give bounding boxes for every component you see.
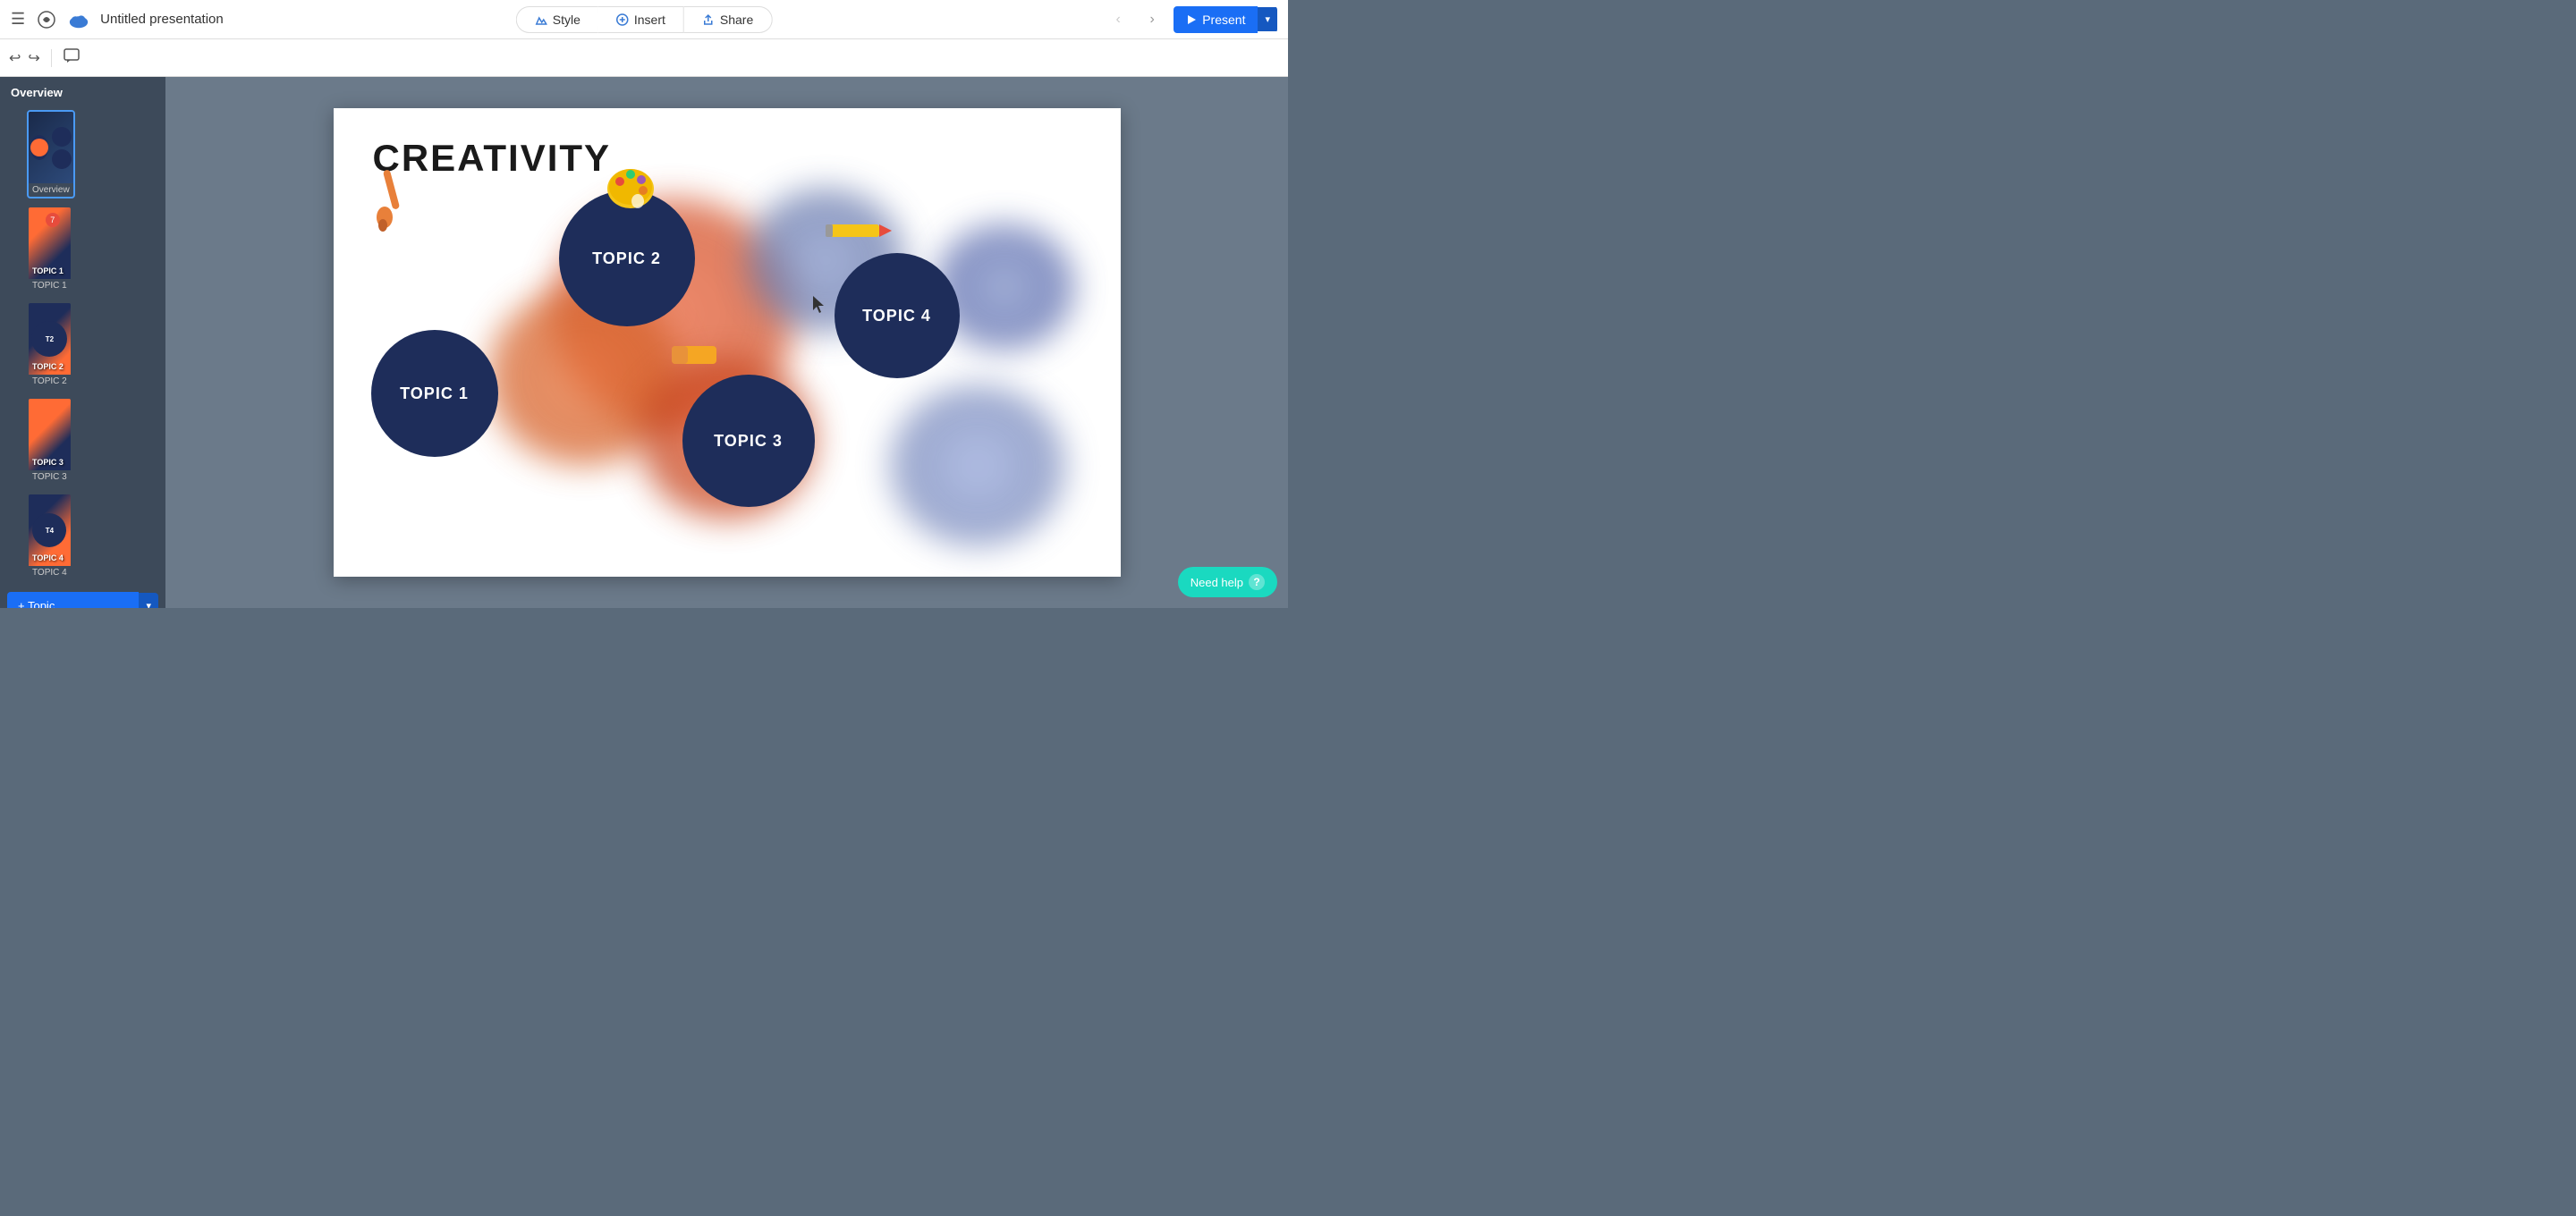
ov-inner1 (30, 139, 48, 156)
style-icon (535, 13, 547, 26)
ov-circle2 (52, 127, 72, 147)
slide-thumb-1[interactable]: 7 TOPIC 1 TOPIC 1 (27, 206, 72, 294)
slide-row-3: 3 TOPIC 3 TOPIC 3 (0, 393, 165, 489)
present-button-group: Present ▾ (1174, 6, 1277, 33)
paint-palette-icon (604, 160, 657, 214)
topic3-circle[interactable]: TOPIC 3 (682, 375, 815, 507)
slide-thumb-4-inner: T4 TOPIC 4 (29, 494, 71, 566)
play-icon (1186, 14, 1197, 25)
present-main-button[interactable]: Present (1174, 6, 1258, 33)
comment-button[interactable] (63, 47, 80, 68)
toolbar-divider (51, 49, 52, 67)
need-help-button[interactable]: Need help ? (1178, 567, 1277, 597)
slide-row-1: 1 7 TOPIC 1 TOPIC 1 (0, 202, 165, 298)
overview-label: Overview (29, 183, 73, 197)
menu-icon[interactable]: ☰ (11, 10, 25, 29)
slide-thumb-4[interactable]: T4 TOPIC 4 TOPIC 4 (27, 493, 72, 581)
slide-row-4: 4 T4 TOPIC 4 TOPIC 4 (0, 489, 165, 585)
slide-4-thumb-label: TOPIC 4 (32, 553, 64, 562)
slide-1-thumb-label: TOPIC 1 (32, 266, 64, 275)
topbar-right: ‹ › Present ▾ (1106, 6, 1277, 33)
slide-3-label: TOPIC 3 (29, 470, 71, 484)
blob-container (459, 180, 1103, 555)
logo-icon (36, 9, 57, 30)
prev-slide-button[interactable]: ‹ (1106, 7, 1131, 32)
blob-blue-2 (888, 385, 1067, 546)
comment-icon (63, 47, 80, 65)
slide-thumb-overview-inner (29, 112, 73, 183)
add-topic-dropdown-button[interactable]: ▾ (139, 593, 158, 608)
paintbrush-icon (371, 169, 416, 232)
share-button[interactable]: Share (684, 6, 772, 33)
help-icon: ? (1249, 574, 1265, 590)
style-button[interactable]: Style (516, 6, 598, 33)
slide-row-overview: Overview (0, 106, 165, 202)
main-layout: Overview Overview (0, 77, 1288, 608)
ov-circle1 (30, 135, 48, 160)
share-icon (702, 13, 715, 26)
slide-thumb-3-inner: TOPIC 3 (29, 399, 71, 470)
sidebar-header: Overview (0, 82, 165, 106)
undo-button[interactable]: ↩ (9, 49, 21, 67)
add-topic-main-button[interactable]: + Topic (7, 592, 139, 608)
present-dropdown-button[interactable]: ▾ (1258, 7, 1277, 31)
slide-1-label: TOPIC 1 (29, 279, 71, 292)
ov-circle3 (52, 149, 72, 169)
pencil-icon (826, 217, 884, 244)
overview-mini-content (33, 116, 69, 179)
slide-2-circle: T2 (31, 321, 67, 357)
canvas-area: CREATIVITY (165, 77, 1288, 608)
slide-thumb-2-inner: T2 TOPIC 2 (29, 303, 71, 375)
next-slide-button[interactable]: › (1140, 7, 1165, 32)
slide-thumb-overview[interactable]: Overview (27, 110, 75, 198)
slide-thumb-2[interactable]: T2 TOPIC 2 TOPIC 2 (27, 301, 72, 390)
eraser-icon (672, 341, 725, 367)
slide-2-label: TOPIC 2 (29, 375, 71, 388)
slide-4-label: TOPIC 4 (29, 566, 71, 579)
slide-thumb-3[interactable]: TOPIC 3 TOPIC 3 (27, 397, 72, 486)
insert-icon (616, 13, 629, 26)
add-topic-area: + Topic ▾ (0, 585, 165, 608)
sidebar: Overview Overview (0, 77, 165, 608)
topic1-circle[interactable]: TOPIC 1 (371, 330, 498, 457)
topic4-circle[interactable]: TOPIC 4 (835, 253, 960, 378)
redo-button[interactable]: ↪ (28, 49, 39, 67)
slide-3-thumb-label: TOPIC 3 (32, 458, 64, 467)
ov-circles-right (52, 127, 72, 169)
slide-badge-1: 7 (46, 213, 60, 227)
topbar: ☰ Untitled presentation Style (0, 0, 1288, 39)
cloud-icon (68, 9, 89, 30)
slide-2-thumb-label: TOPIC 2 (32, 362, 64, 371)
presentation-title[interactable]: Untitled presentation (100, 12, 224, 27)
secondbar: ↩ ↪ (0, 39, 1288, 77)
slide-4-circle: T4 (32, 513, 66, 547)
slide-row-2: 2 T2 TOPIC 2 TOPIC 2 (0, 298, 165, 393)
add-topic-button-group: + Topic ▾ (7, 592, 158, 608)
slide-canvas[interactable]: CREATIVITY (334, 108, 1121, 577)
insert-button[interactable]: Insert (598, 6, 684, 33)
topbar-center: Style Insert Share (516, 6, 773, 33)
